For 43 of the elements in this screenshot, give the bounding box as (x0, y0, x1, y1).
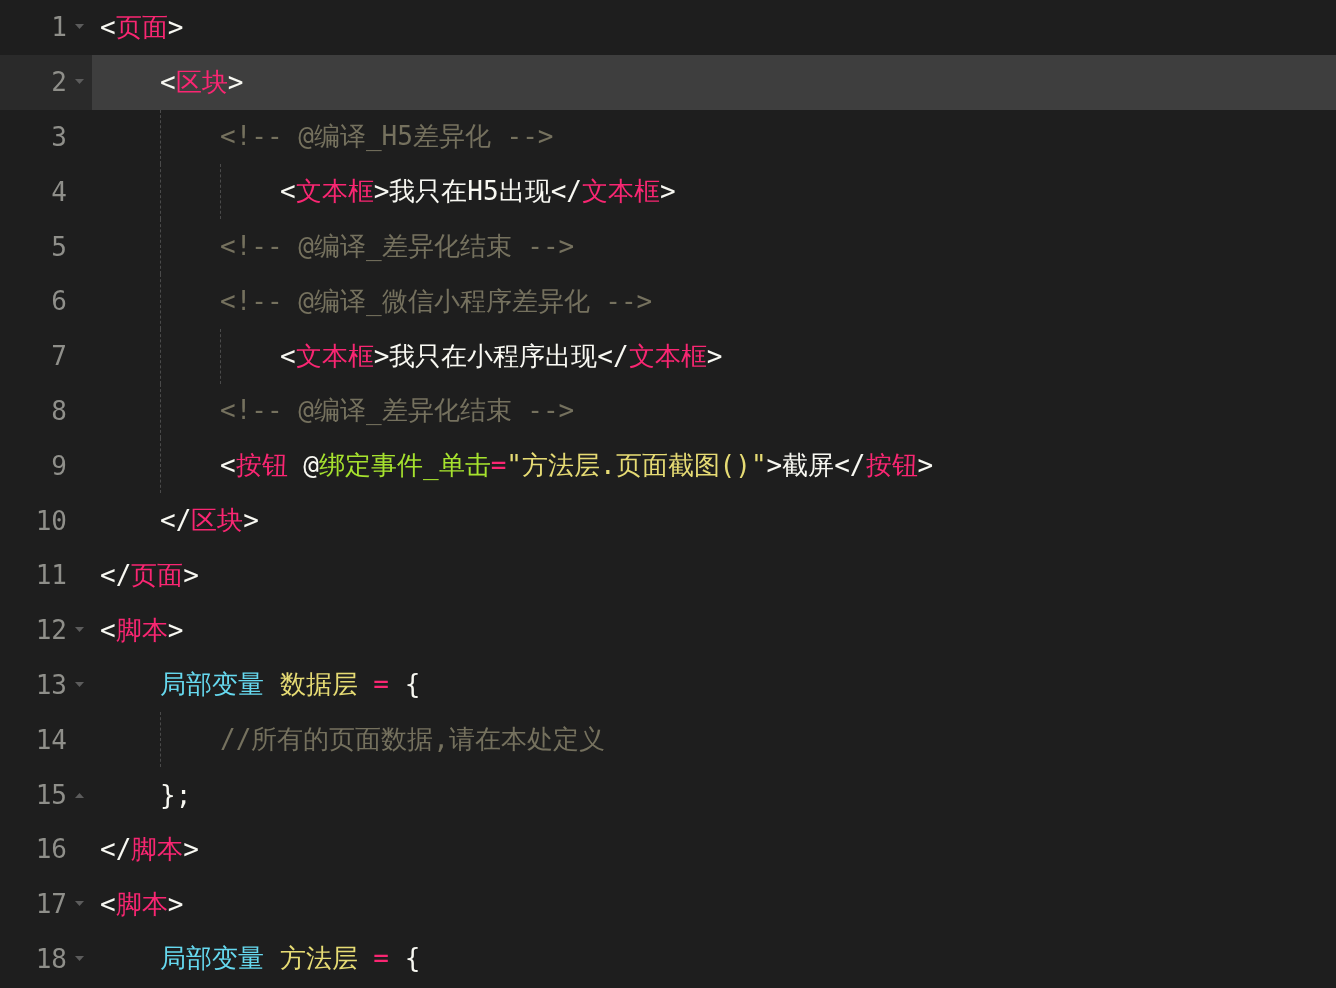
line-number: 2 (50, 67, 67, 98)
code-line: </页面> (100, 558, 199, 592)
code-line: <!-- @编译_微信小程序差异化 --> (220, 284, 653, 318)
line-number: 3 (50, 122, 67, 152)
fold-arrow-icon[interactable] (75, 681, 84, 688)
code-line: <!-- @编译_差异化结束 --> (220, 394, 575, 428)
line-number: 14 (34, 724, 67, 755)
line-number: 17 (34, 889, 67, 920)
line-number: 1 (50, 12, 67, 43)
code-line: </脚本> (100, 832, 199, 866)
code-line: <页面> (100, 10, 184, 44)
code-line: <按钮 @绑定事件_单击="方法层.页面截图()">截屏</按钮> (220, 449, 934, 483)
line-number: 10 (34, 505, 67, 536)
code-line: }; (160, 779, 192, 810)
line-number: 6 (50, 286, 67, 317)
code-line: <文本框>我只在小程序出现</文本框> (280, 339, 723, 373)
fold-arrow-icon[interactable] (75, 627, 84, 634)
line-number: 16 (34, 834, 67, 865)
fold-arrow-icon[interactable] (75, 901, 84, 908)
fold-arrow-icon[interactable] (75, 79, 84, 86)
line-number: 12 (34, 615, 67, 646)
line-number: 18 (34, 943, 67, 974)
code-line: <文本框>我只在H5出现</文本框> (280, 175, 676, 209)
code-line: <!-- @编译_H5差异化 --> (220, 120, 554, 154)
line-number: 11 (34, 560, 67, 591)
code-line: </区块> (160, 504, 259, 538)
line-number: 7 (50, 341, 67, 372)
code-line: 局部变量 数据层 = { (160, 668, 421, 702)
code-line: <脚本> (100, 887, 184, 921)
line-number: 4 (50, 176, 67, 207)
code-line: <区块> (160, 65, 244, 99)
line-number: 13 (34, 669, 67, 700)
code-line: <!-- @编译_差异化结束 --> (220, 230, 575, 264)
line-number: 9 (50, 450, 67, 481)
line-number: 5 (50, 231, 67, 262)
line-number: 15 (34, 779, 67, 810)
code-line: <脚本> (100, 613, 184, 647)
fold-arrow-icon[interactable] (75, 24, 84, 31)
fold-arrow-icon[interactable] (75, 955, 84, 962)
fold-end-arrow-icon[interactable] (75, 791, 84, 798)
line-number: 8 (50, 395, 67, 426)
code-line: 局部变量 方法层 = { (160, 942, 421, 976)
code-line: //所有的页面数据,请在本处定义 (220, 723, 605, 757)
